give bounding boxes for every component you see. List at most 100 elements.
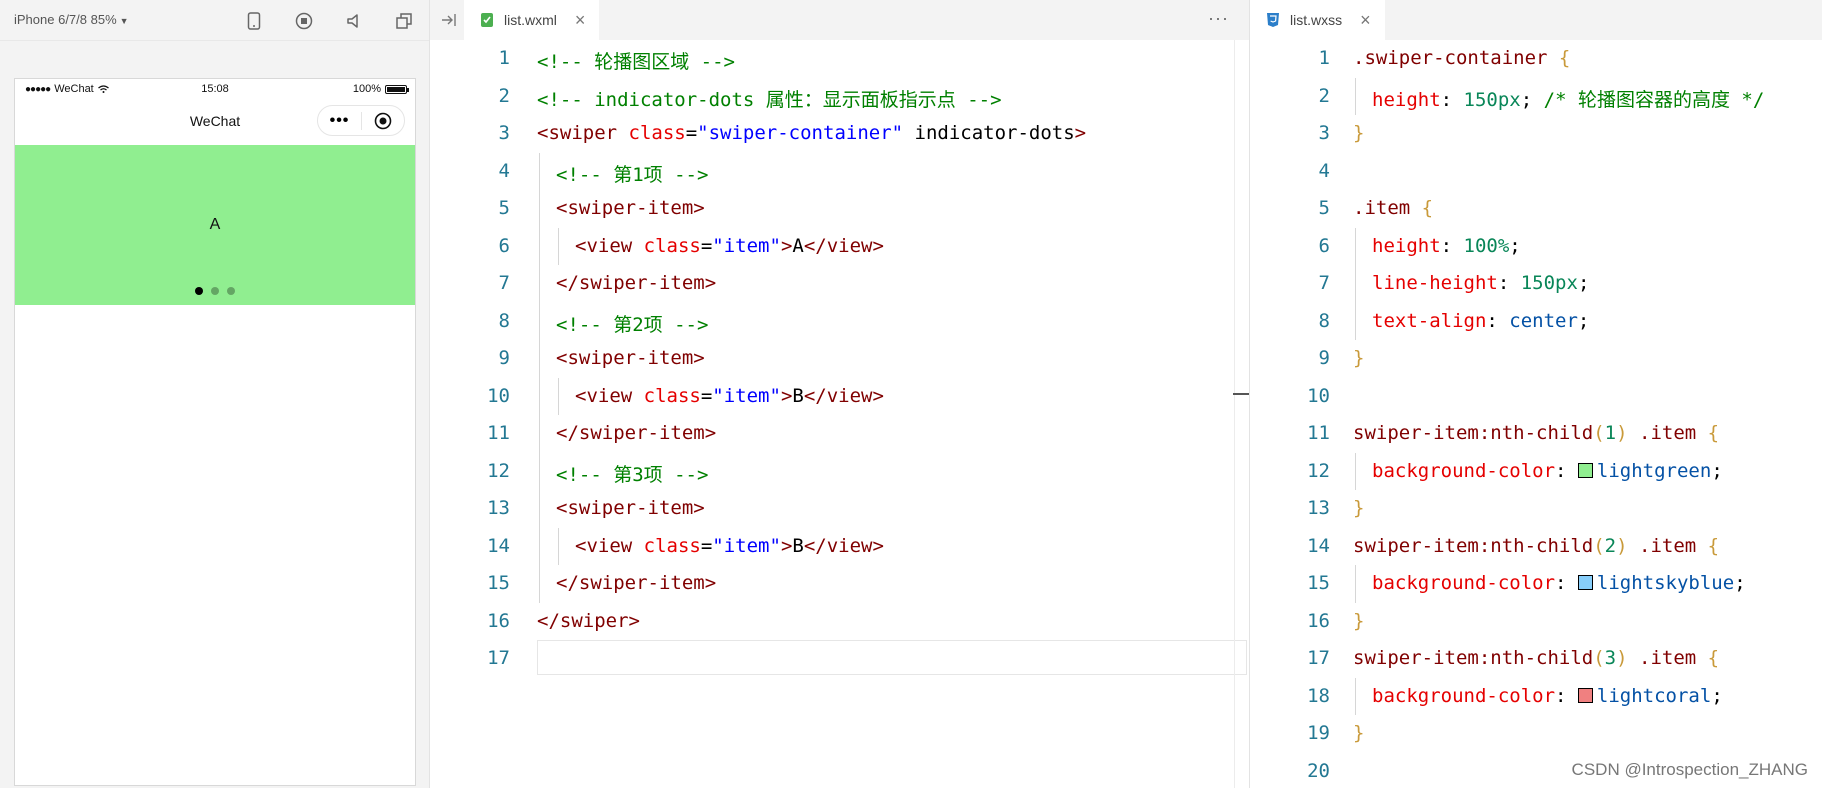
code-line: 5.item {: [1250, 190, 1822, 228]
code-line: 4<!-- 第1项 -->: [430, 153, 1249, 191]
css-file-icon: [1266, 12, 1280, 28]
line-number: 10: [1250, 385, 1330, 407]
code-token: <!-- indicator-dots 属性：显示面板指示点 -->: [537, 89, 1002, 111]
tab-list-wxml[interactable]: list.wxml ×: [464, 0, 599, 40]
code-text: text-align: center;: [1372, 310, 1589, 332]
code-token: ;: [1521, 89, 1544, 111]
code-token: ;: [1711, 460, 1722, 482]
line-number: 8: [430, 310, 510, 332]
indicator-dot[interactable]: [211, 287, 219, 295]
code-line: 10: [1250, 378, 1822, 416]
code-token: .item: [1353, 197, 1422, 219]
code-token: "item": [712, 535, 781, 557]
close-tab-icon[interactable]: ×: [1360, 10, 1371, 31]
code-line: 12background-color: lightgreen;: [1250, 453, 1822, 491]
scrollbar-marker[interactable]: [1233, 393, 1249, 395]
code-token: ;: [1578, 310, 1589, 332]
collapse-sidebar-icon[interactable]: [440, 12, 458, 28]
color-swatch-icon[interactable]: [1578, 575, 1593, 590]
line-number: 11: [430, 422, 510, 444]
code-token: .item: [1628, 422, 1708, 444]
color-swatch-icon[interactable]: [1578, 688, 1593, 703]
sound-icon[interactable]: [343, 10, 365, 32]
code-text: <view class="item">B</view>: [575, 535, 884, 557]
code-token: /* 轮播图容器的高度 */: [1544, 89, 1765, 111]
code-token: </swiper>: [537, 610, 640, 632]
code-line: 16</swiper>: [430, 603, 1249, 641]
line-number: 13: [1250, 497, 1330, 519]
code-text: }: [1353, 497, 1364, 519]
code-text: <swiper-item>: [556, 197, 705, 219]
code-token: :: [1555, 460, 1578, 482]
code-token: ;: [1711, 685, 1722, 707]
code-token: <view: [575, 535, 644, 557]
code-text: <swiper class="swiper-container" indicat…: [537, 122, 1086, 144]
code-token: ;: [1734, 572, 1745, 594]
code-line: 19}: [1250, 715, 1822, 753]
line-number: 18: [1250, 685, 1330, 707]
line-number: 5: [430, 197, 510, 219]
line-number: 14: [430, 535, 510, 557]
device-select[interactable]: iPhone 6/7/8 85%▼: [14, 12, 129, 27]
code-token: <swiper-item>: [556, 497, 705, 519]
line-number: 13: [430, 497, 510, 519]
phone-icon[interactable]: [243, 10, 265, 32]
simulator-toolbar: iPhone 6/7/8 85%▼: [0, 0, 429, 41]
code-token: <swiper: [537, 122, 629, 144]
code-line: 17swiper-item:nth-child(3) .item {: [1250, 640, 1822, 678]
code-token: "item": [712, 385, 781, 407]
code-line: 11</swiper-item>: [430, 415, 1249, 453]
code-text: swiper-item:nth-child(1) .item {: [1353, 422, 1719, 444]
code-token: class: [644, 385, 701, 407]
device-label: iPhone 6/7/8 85%: [14, 12, 117, 27]
code-token: ): [1616, 647, 1627, 669]
line-number: 17: [430, 647, 510, 669]
wxss-code-area[interactable]: 1 .swiper-container { 2height: 150px; /* 轮…: [1250, 40, 1822, 788]
indicator-dot[interactable]: [227, 287, 235, 295]
code-token: =: [701, 235, 712, 257]
close-miniprogram-icon[interactable]: [362, 112, 404, 130]
code-token: </view>: [804, 385, 884, 407]
code-text: }: [1353, 122, 1364, 144]
code-token: 1: [1605, 422, 1616, 444]
code-token: >: [781, 535, 792, 557]
code-text: .swiper-container {: [1353, 47, 1570, 69]
close-tab-icon[interactable]: ×: [575, 10, 586, 31]
indicator-dot[interactable]: [195, 287, 203, 295]
code-line: 15background-color: lightskyblue;: [1250, 565, 1822, 603]
swiper-item[interactable]: A: [15, 145, 415, 305]
code-token: lightskyblue: [1597, 572, 1734, 594]
indent-guide: [539, 153, 540, 191]
code-token: swiper-item:nth-child: [1353, 535, 1593, 557]
indent-guide: [1355, 453, 1356, 491]
code-token: ;: [1578, 272, 1589, 294]
code-token: "item": [712, 235, 781, 257]
tab-list-wxss[interactable]: list.wxss ×: [1250, 0, 1385, 40]
code-token: {: [1559, 47, 1570, 69]
simulator-panel: iPhone 6/7/8 85%▼ ●●●●● WeChat 15:08 100…: [0, 0, 430, 788]
swiper-container[interactable]: A: [15, 145, 415, 305]
detach-window-icon[interactable]: [393, 10, 415, 32]
code-token: line-height: [1372, 272, 1498, 294]
code-text: </swiper-item>: [556, 572, 716, 594]
swiper-item-text: A: [210, 216, 221, 234]
code-line: 13}: [1250, 490, 1822, 528]
code-token: ;: [1509, 235, 1520, 257]
more-icon[interactable]: •••: [318, 113, 361, 129]
more-actions-icon[interactable]: ···: [1208, 8, 1229, 29]
code-token: >: [781, 235, 792, 257]
line-number: 15: [430, 572, 510, 594]
tab-label: list.wxss: [1290, 12, 1342, 28]
nav-bar: WeChat •••: [15, 99, 415, 145]
code-line: 2height: 150px; /* 轮播图容器的高度 */: [1250, 78, 1822, 116]
indent-guide: [558, 228, 559, 266]
code-token: }: [1353, 122, 1364, 144]
code-line: 17: [430, 640, 1249, 678]
color-swatch-icon[interactable]: [1578, 463, 1593, 478]
wxml-code-area[interactable]: 1<!-- 轮播图区域 -->2<!-- indicator-dots 属性：显…: [430, 40, 1249, 788]
code-token: =: [701, 385, 712, 407]
line-number: 7: [430, 272, 510, 294]
record-icon[interactable]: [293, 10, 315, 32]
code-text: <view class="item">B</view>: [575, 385, 884, 407]
tab-label: list.wxml: [504, 12, 557, 28]
